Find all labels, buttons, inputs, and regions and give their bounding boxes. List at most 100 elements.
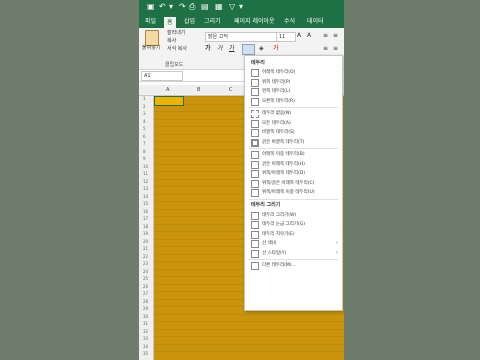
paste-icon[interactable] xyxy=(145,30,159,46)
row-number[interactable]: 26 xyxy=(143,284,148,289)
menu-item-border[interactable]: 오른쪽 테두리(R) xyxy=(245,97,342,106)
row-number[interactable]: 8 xyxy=(143,149,146,154)
save-icon[interactable]: ▣ xyxy=(147,2,155,12)
format-painter-button[interactable]: 서식 복사 xyxy=(167,46,187,53)
menu-item-border[interactable]: 위쪽/아래쪽 이중 테두리(U) xyxy=(245,188,342,197)
row-number[interactable]: 31 xyxy=(143,321,148,326)
align-left-icon[interactable]: ≡ xyxy=(323,45,328,53)
menu-separator xyxy=(249,148,338,149)
font-size-box[interactable]: 11 xyxy=(276,32,296,42)
row-number[interactable]: 15 xyxy=(143,201,148,206)
menu-item-draw[interactable]: 테두리 지우기(E) xyxy=(245,230,342,239)
row-number[interactable]: 5 xyxy=(143,126,146,131)
menu-separator xyxy=(249,198,338,200)
tab-data[interactable]: 데이터 xyxy=(307,16,324,27)
font-name-box[interactable]: 맑은 고딕 xyxy=(205,32,277,42)
row-number[interactable]: 19 xyxy=(143,231,148,236)
paste-label[interactable]: 붙여넣기 xyxy=(142,45,160,52)
column-c[interactable]: C xyxy=(229,85,233,95)
menu-item-draw[interactable]: 선 색(I) › xyxy=(245,239,342,248)
row-number[interactable]: 33 xyxy=(143,336,148,341)
row-number[interactable]: 28 xyxy=(143,299,148,304)
tab-formulas[interactable]: 수식 xyxy=(284,16,295,27)
row-number[interactable]: 21 xyxy=(143,246,148,251)
italic-button[interactable]: 가 xyxy=(217,45,223,53)
row-number[interactable]: 3 xyxy=(143,111,146,116)
name-box[interactable]: A1 xyxy=(141,71,183,81)
menu-item-border[interactable]: 위쪽/아래쪽 테두리(D) xyxy=(245,169,342,178)
row-number[interactable]: 16 xyxy=(143,209,148,214)
align-middle-icon[interactable]: ≡ xyxy=(333,32,338,40)
menu-item-border[interactable]: 위쪽 테두리(P) xyxy=(245,78,342,87)
menu-item-draw[interactable]: 테두리 그리기(W) xyxy=(245,211,342,220)
redo-icon[interactable]: ▾ xyxy=(169,2,173,12)
tab-home[interactable]: 홈 xyxy=(164,17,176,28)
row-number[interactable]: 20 xyxy=(143,239,148,244)
cut-button[interactable]: 잘라내기 xyxy=(167,30,185,37)
line-color-icon xyxy=(251,240,259,248)
row-number[interactable]: 22 xyxy=(143,254,148,259)
row-number[interactable]: 27 xyxy=(143,291,148,296)
tab-page-layout[interactable]: 페이지 레이아웃 xyxy=(234,16,275,27)
row-number[interactable]: 18 xyxy=(143,224,148,229)
row-number[interactable]: 35 xyxy=(143,351,148,356)
underline-button[interactable]: 가 xyxy=(229,45,235,53)
row-number[interactable]: 9 xyxy=(143,156,146,161)
sheet-icon[interactable]: ▦ xyxy=(215,2,223,12)
row-number[interactable]: 34 xyxy=(143,344,148,349)
row-number[interactable]: 32 xyxy=(143,329,148,334)
row-number[interactable]: 14 xyxy=(143,194,148,199)
menu-item-border[interactable]: 모든 테두리(A) xyxy=(245,119,342,128)
row-number[interactable]: 17 xyxy=(143,216,148,221)
menu-item-border[interactable]: 테두리 없음(N) xyxy=(245,109,342,118)
row-number[interactable]: 13 xyxy=(143,186,148,191)
decrease-font-icon[interactable]: A xyxy=(307,32,311,40)
row-number[interactable]: 1 xyxy=(143,96,146,101)
row-number[interactable]: 10 xyxy=(143,164,148,169)
column-b[interactable]: B xyxy=(197,85,200,95)
bold-button[interactable]: 가 xyxy=(205,45,211,53)
tab-file[interactable]: 파일 xyxy=(145,16,156,27)
align-center-icon[interactable]: ≡ xyxy=(333,45,338,53)
active-cell[interactable] xyxy=(154,96,184,106)
row-number[interactable]: 30 xyxy=(143,314,148,319)
row-number[interactable]: 29 xyxy=(143,306,148,311)
menu-item-border[interactable]: 위쪽/굵은 아래쪽 테두리(C) xyxy=(245,179,342,188)
row-number[interactable]: 23 xyxy=(143,261,148,266)
menu-item-border[interactable]: 바깥쪽 테두리(S) xyxy=(245,128,342,137)
row-number[interactable]: 25 xyxy=(143,276,148,281)
share-icon[interactable]: ↷ xyxy=(179,2,186,12)
row-number[interactable]: 7 xyxy=(143,141,146,146)
copy-button[interactable]: 복사 xyxy=(167,38,176,45)
tab-draw[interactable]: 그리기 xyxy=(204,16,221,27)
row-number[interactable]: 2 xyxy=(143,104,146,109)
align-top-icon[interactable]: ≡ xyxy=(323,32,328,40)
menu-item-draw[interactable]: 다른 테두리(M)... xyxy=(245,261,342,270)
menu-item-border[interactable]: 굵은 바깥쪽 테두리(T) xyxy=(245,138,342,147)
chart-icon[interactable]: ▤ xyxy=(201,2,209,12)
menu-item-border[interactable]: 아래쪽 이중 테두리(B) xyxy=(245,150,342,159)
menu-item-draw[interactable]: 선 스타일(Y) › xyxy=(245,249,342,258)
menu-item-border[interactable]: 굵은 아래쪽 테두리(H) xyxy=(245,160,342,169)
row-number[interactable]: 12 xyxy=(143,179,148,184)
row-number[interactable]: 6 xyxy=(143,134,146,139)
print-icon[interactable]: ⎙ xyxy=(189,2,195,12)
menu-item-label: 굵은 바깥쪽 테두리(T) xyxy=(262,139,305,145)
font-color-icon[interactable]: 가 xyxy=(273,45,279,53)
dropdown-icon[interactable]: ▾ xyxy=(239,2,243,12)
increase-font-icon[interactable]: A xyxy=(297,32,301,40)
menu-item-draw[interactable]: 테두리 눈금 그리기(G) xyxy=(245,220,342,229)
menu-item-label: 왼쪽 테두리(L) xyxy=(262,89,291,94)
menu-item-border[interactable]: 아래쪽 테두리(O) xyxy=(245,68,342,77)
row-number[interactable]: 24 xyxy=(143,269,148,274)
tab-insert[interactable]: 삽입 xyxy=(184,16,195,27)
menu-item-border[interactable]: 왼쪽 테두리(L) xyxy=(245,87,342,96)
filter-icon[interactable]: ▽ xyxy=(229,2,235,12)
row-number[interactable]: 11 xyxy=(143,171,148,176)
menu-header-draw-borders: 테두리 그리기 xyxy=(251,201,281,208)
undo-icon[interactable]: ↶ xyxy=(159,2,166,12)
border-button[interactable] xyxy=(242,44,255,55)
column-a[interactable]: A xyxy=(166,85,169,95)
fill-color-icon[interactable]: ◈ xyxy=(259,45,264,53)
row-number[interactable]: 4 xyxy=(143,119,146,124)
